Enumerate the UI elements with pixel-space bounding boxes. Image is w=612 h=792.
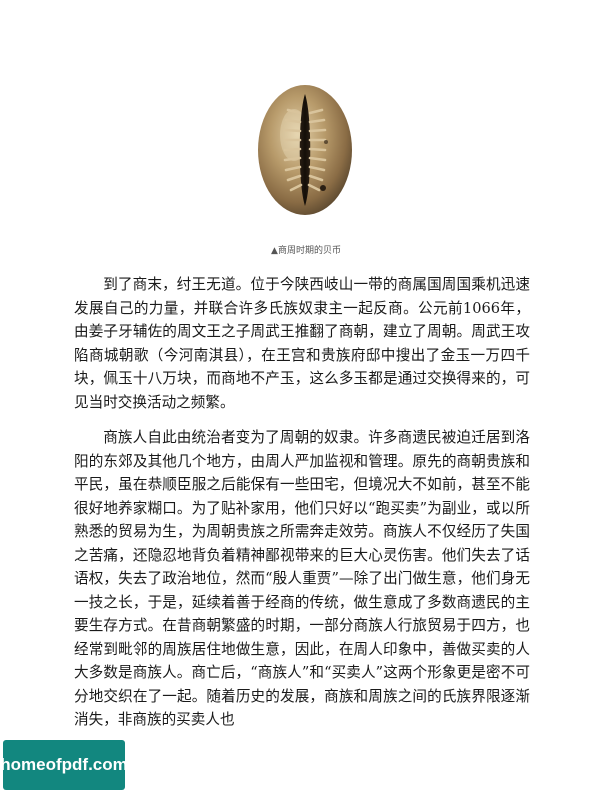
figure-caption: ▲商周时期的贝币 (271, 246, 341, 256)
watermark-text: homeofpdf.com (0, 755, 128, 774)
site-watermark[interactable]: homeofpdf.com (0, 740, 128, 790)
body-paragraph-1: 到了商末，纣王无道。位于今陕西岐山一带的商属国周国乘机迅速发展自己的力量，并联合… (74, 276, 530, 411)
cowrie-shell-image (254, 80, 356, 220)
body-paragraph-2: 商族人自此由统治者变为了周朝的奴隶。许多商遗民被迫迁居到洛阳的东郊及其他几个地方… (74, 429, 530, 728)
